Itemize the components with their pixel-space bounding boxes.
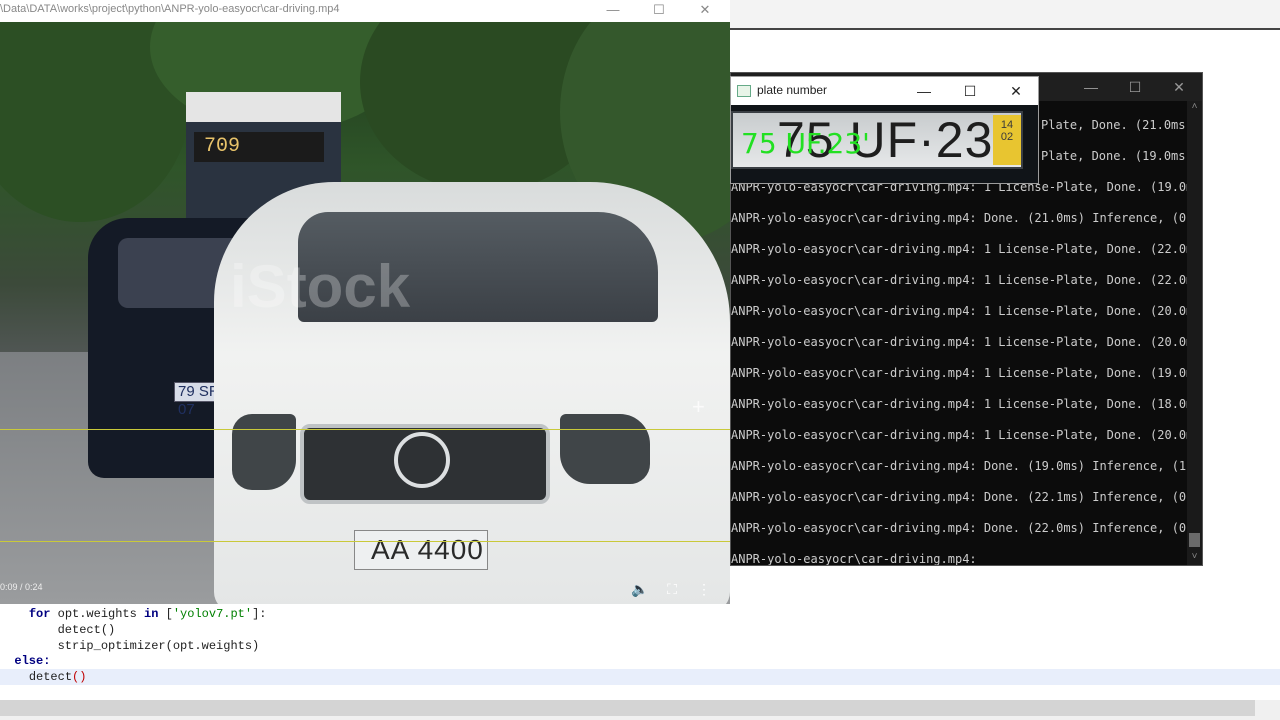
minimize-button[interactable]: —: [901, 77, 947, 105]
keyword-in: in: [144, 607, 159, 621]
console-line: ANPR-yolo-easyocr\car-driving.mp4: 1 Lic…: [731, 273, 1187, 287]
plate-window-title: plate number: [757, 83, 828, 97]
detection-line: [0, 541, 730, 542]
fullscreen-icon[interactable]: ⛶: [660, 577, 684, 601]
code-line[interactable]: strip_optimizer(opt.weights): [0, 638, 1280, 654]
code-line[interactable]: else:: [0, 653, 1280, 669]
horizontal-scrollbar[interactable]: [0, 700, 1280, 720]
console-scrollbar[interactable]: ˄ ˅: [1187, 101, 1202, 565]
app-icon: [737, 85, 751, 97]
code-line[interactable]: detect(): [0, 622, 1280, 638]
watermark: iStock: [230, 253, 411, 320]
console-line: ANPR-yolo-easyocr\car-driving.mp4: 1 Lic…: [731, 397, 1187, 411]
code-text: strip_optimizer(opt.weights): [57, 639, 260, 653]
headlight: [560, 414, 650, 484]
scrollbar-thumb[interactable]: [1189, 533, 1200, 547]
video-window-title: \Data\DATA\works\project\python\ANPR-yol…: [0, 3, 340, 15]
code-text: detect(): [57, 623, 116, 637]
console-line: ANPR-yolo-easyocr\car-driving.mp4: Done.…: [731, 521, 1187, 535]
close-button[interactable]: ✕: [682, 0, 728, 22]
console-line: ANPR-yolo-easyocr\car-driving.mp4:: [731, 552, 977, 565]
video-controls: 0:09 / 0:24 🔈 ⛶ ⋮: [0, 577, 730, 604]
code-text: detect: [28, 670, 73, 684]
console-line: ANPR-yolo-easyocr\car-driving.mp4: Done.…: [731, 490, 1187, 504]
keyword-for: for: [28, 607, 51, 621]
more-options-icon[interactable]: ⋮: [692, 577, 716, 601]
ocr-result-text: 75 UF.23': [741, 127, 870, 160]
close-button[interactable]: ✕: [1157, 73, 1201, 101]
console-line: ANPR-yolo-easyocr\car-driving.mp4: 1 Lic…: [731, 428, 1187, 442]
code-text: opt.weights: [50, 607, 145, 621]
maximize-button[interactable]: ☐: [1113, 73, 1157, 101]
minimize-button[interactable]: —: [590, 0, 636, 22]
code-line[interactable]: for opt.weights in ['yolov7.pt']:: [0, 606, 1280, 622]
video-frame[interactable]: 709 79 SR 07 AA 4400 iStock + 0:09 / 0:2…: [0, 22, 730, 604]
plate-region-band: 14 02: [993, 115, 1021, 165]
scroll-down-icon[interactable]: ˅: [1187, 551, 1202, 563]
code-editor[interactable]: for opt.weights in ['yolov7.pt']: detect…: [0, 600, 1280, 700]
maximize-button[interactable]: ☐: [636, 0, 682, 22]
headlight: [232, 414, 296, 490]
plate-image: 75 UF·23 14 02 75 UF.23': [731, 105, 1038, 183]
video-window[interactable]: \Data\DATA\works\project\python\ANPR-yol…: [0, 0, 730, 604]
code-text: ]:: [252, 607, 267, 621]
plate-number-window[interactable]: plate number — ☐ ✕ 75 UF·23 14 02 75 UF.…: [730, 76, 1039, 184]
crosshair-icon: +: [692, 394, 705, 419]
plate-region-code: 14 02: [1000, 119, 1014, 143]
plate-window-titlebar[interactable]: plate number — ☐ ✕: [731, 77, 1038, 105]
console-line: ANPR-yolo-easyocr\car-driving.mp4: 1 Lic…: [731, 304, 1187, 318]
code-line-current[interactable]: detect(): [0, 669, 1280, 685]
close-button[interactable]: ✕: [993, 77, 1039, 105]
scrollbar-thumb[interactable]: [0, 700, 1255, 716]
console-line: ANPR-yolo-easyocr\car-driving.mp4: 1 Lic…: [731, 366, 1187, 380]
video-titlebar[interactable]: \Data\DATA\works\project\python\ANPR-yol…: [0, 0, 730, 22]
console-line: ANPR-yolo-easyocr\car-driving.mp4: 1 Lic…: [731, 335, 1187, 349]
code-parens: (): [72, 670, 87, 684]
license-plate: AA 4400: [354, 530, 488, 570]
console-line: ANPR-yolo-easyocr\car-driving.mp4: 1 Lic…: [731, 242, 1187, 256]
keyword-else: else:: [14, 654, 51, 668]
code-text: [: [158, 607, 173, 621]
console-line: Plate, Done. (19.0ms): [1041, 149, 1187, 163]
logo-emblem: [394, 432, 450, 488]
detection-line: [0, 429, 730, 430]
bus-destination-sign: 709: [194, 132, 324, 162]
console-line: ANPR-yolo-easyocr\car-driving.mp4: Done.…: [731, 211, 1187, 225]
console-line: ANPR-yolo-easyocr\car-driving.mp4: Done.…: [731, 459, 1187, 473]
video-time: 0:09 / 0:24: [0, 582, 43, 592]
maximize-button[interactable]: ☐: [947, 77, 993, 105]
volume-icon[interactable]: 🔈: [628, 577, 652, 601]
minimize-button[interactable]: —: [1069, 73, 1113, 101]
scroll-up-icon[interactable]: ˄: [1187, 101, 1202, 113]
console-line: Plate, Done. (21.0ms): [1041, 118, 1187, 132]
code-string: 'yolov7.pt': [172, 607, 253, 621]
